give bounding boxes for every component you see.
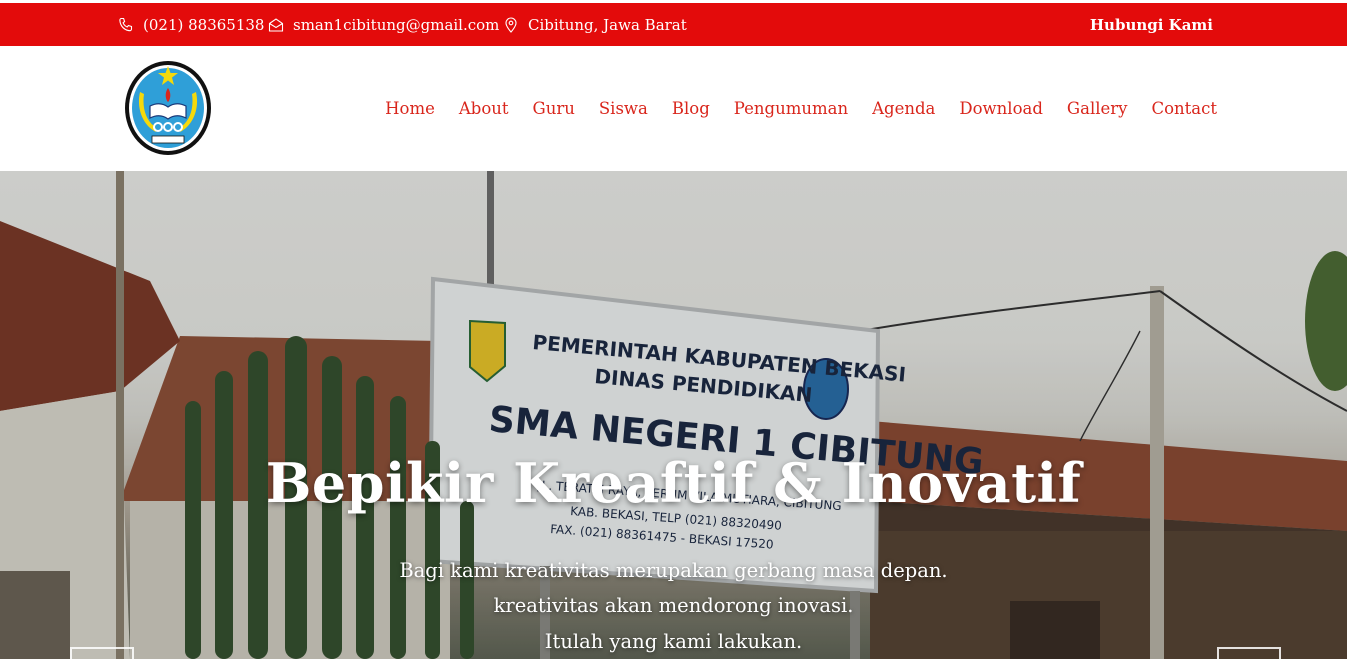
phone-icon: [118, 17, 134, 33]
envelope-icon: [268, 17, 284, 33]
hero-text-line-3: Itulah yang kami lakukan.: [544, 630, 803, 653]
hero-slider: PEMERINTAH KABUPATEN BEKASI DINAS PENDID…: [0, 171, 1347, 659]
slider-prev-button[interactable]: [70, 647, 134, 659]
location-info: Cibitung, Jawa Barat: [503, 3, 687, 46]
nav-about[interactable]: About: [459, 99, 509, 118]
phone-number: (021) 88365138: [143, 15, 265, 34]
hero-text-line-2: kreativitas akan mendorong inovasi.: [493, 594, 854, 617]
nav-siswa[interactable]: Siswa: [599, 99, 648, 118]
slider-next-button[interactable]: [1217, 647, 1281, 659]
nav-home[interactable]: Home: [385, 99, 435, 118]
email-address: sman1cibitung@gmail.com: [293, 15, 500, 34]
phone-info[interactable]: (021) 88365138: [118, 3, 264, 46]
hero-title: Bepikir Kreaftif & Inovatif: [265, 451, 1082, 515]
top-contact-bar: (021) 88365138 sman1cibitung@gmail.com C…: [0, 3, 1347, 46]
main-navigation: Home About Guru Siswa Blog Pengumuman Ag…: [385, 46, 1217, 171]
nav-gallery[interactable]: Gallery: [1067, 99, 1128, 118]
hero-text-line-1: Bagi kami kreativitas merupakan gerbang …: [399, 559, 948, 582]
map-pin-icon: [503, 17, 519, 33]
email-info[interactable]: sman1cibitung@gmail.com: [268, 3, 499, 46]
nav-download[interactable]: Download: [959, 99, 1043, 118]
nav-pengumuman[interactable]: Pengumuman: [734, 99, 848, 118]
hero-dim-overlay: [0, 171, 1347, 659]
nav-agenda[interactable]: Agenda: [872, 99, 935, 118]
school-logo[interactable]: [124, 60, 212, 156]
nav-blog[interactable]: Blog: [672, 99, 710, 118]
site-header: Home About Guru Siswa Blog Pengumuman Ag…: [0, 46, 1347, 171]
nav-contact[interactable]: Contact: [1151, 99, 1217, 118]
location-text: Cibitung, Jawa Barat: [528, 15, 687, 34]
contact-us-link[interactable]: Hubungi Kami: [1090, 3, 1213, 46]
nav-guru[interactable]: Guru: [533, 99, 575, 118]
